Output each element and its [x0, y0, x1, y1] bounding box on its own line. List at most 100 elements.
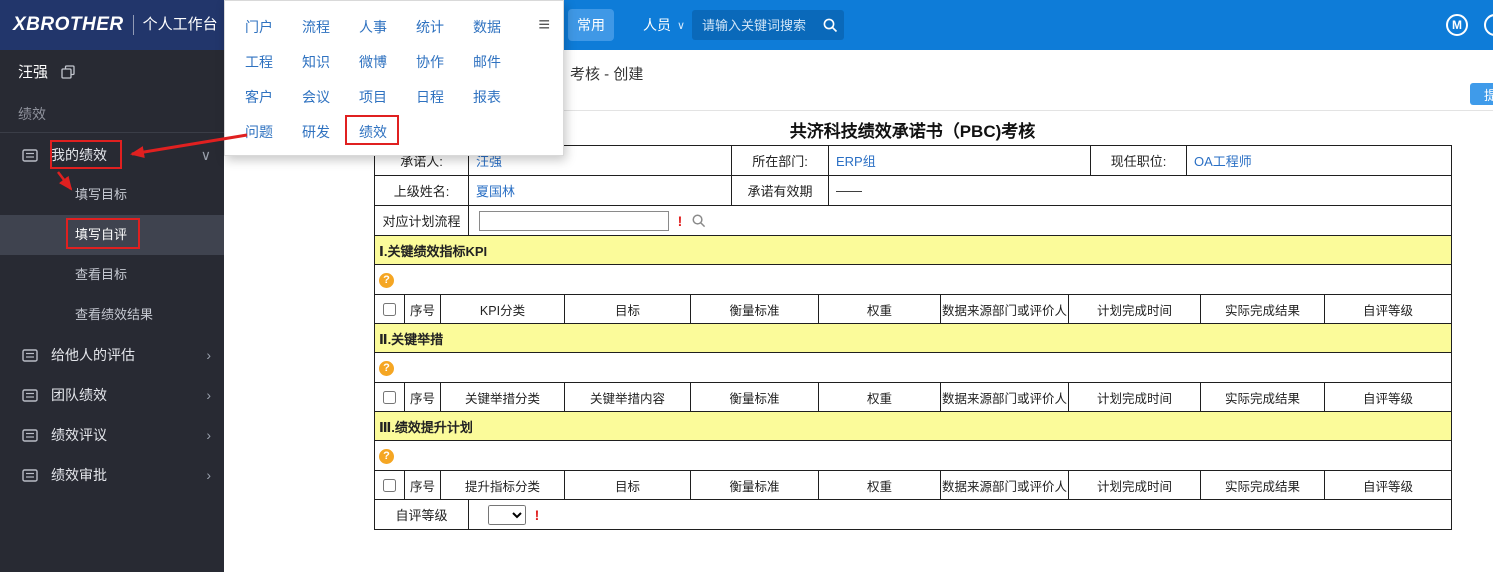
column-header: 权重	[818, 470, 941, 500]
self-rating-select[interactable]	[488, 504, 526, 525]
select-all-checkbox[interactable]	[383, 391, 396, 405]
sidebar-item-label: 绩效审批	[51, 467, 107, 483]
sidebar-section-label: 绩效	[18, 106, 46, 122]
column-header: 实际完成结果	[1200, 470, 1325, 500]
search-input[interactable]	[692, 17, 816, 33]
chevron-right-icon: ›	[206, 347, 211, 363]
menu-item-issue[interactable]: 问题	[245, 122, 302, 142]
global-search	[692, 10, 844, 40]
menu-item-mail[interactable]: 邮件	[473, 52, 530, 72]
menu-item-report[interactable]: 报表	[473, 87, 530, 107]
column-header: 计划完成时间	[1068, 382, 1201, 412]
field-value: ——	[828, 175, 1452, 206]
column-header: 序号	[404, 382, 441, 412]
sidebar-item-performance-review[interactable]: 绩效评议 ›	[0, 415, 224, 455]
menu-item-customer[interactable]: 客户	[245, 87, 302, 107]
measures-section-table: Ⅱ.关键举措 ? 序号 关键举措分类 关键举措内容 衡量标准 权重 数据来源部门…	[373, 323, 1453, 412]
menu-item-performance[interactable]: 绩效	[359, 122, 416, 142]
sidebar-item-performance-approval[interactable]: 绩效审批 ›	[0, 455, 224, 495]
column-header: 关键举措分类	[440, 382, 565, 412]
hamburger-icon[interactable]: ≡	[538, 15, 550, 35]
menu-item-collaboration[interactable]: 协作	[416, 52, 473, 72]
select-all-checkbox[interactable]	[383, 479, 396, 493]
m-badge-icon[interactable]: M	[1446, 14, 1468, 36]
field-label: 上级姓名:	[374, 175, 469, 206]
chevron-right-icon: ›	[206, 467, 211, 483]
menu-item-rnd[interactable]: 研发	[302, 122, 359, 142]
column-header: 自评等级	[1324, 470, 1452, 500]
menu-item-data[interactable]: 数据	[473, 17, 530, 37]
plan-flow-input[interactable]	[479, 210, 669, 231]
user-row: 汪强	[18, 61, 75, 82]
column-header: 实际完成结果	[1200, 382, 1325, 412]
menu-item-engineering[interactable]: 工程	[245, 52, 302, 72]
sidebar: 汪强 绩效 我的绩效 ∨ 填写目标 填写自评 查看目标 查看绩效结果 给他人的评…	[0, 50, 224, 572]
form-list-icon	[22, 428, 38, 442]
sidebar-item-label: 团队绩效	[51, 387, 107, 403]
column-header: 序号	[404, 294, 441, 324]
self-rating-table: 自评等级 !	[374, 499, 1452, 530]
sidebar-subitem-self-evaluation[interactable]: 填写自评	[0, 215, 224, 255]
menu-item-weibo[interactable]: 微博	[359, 52, 416, 72]
lookup-search-icon[interactable]	[691, 213, 706, 228]
section-title: Ⅰ.关键绩效指标KPI	[374, 235, 1452, 265]
sidebar-subitem-view-results[interactable]: 查看绩效结果	[0, 295, 224, 335]
menu-item-meeting[interactable]: 会议	[302, 87, 359, 107]
menu-item-statistics[interactable]: 统计	[416, 17, 473, 37]
submit-button[interactable]: 提交	[1470, 83, 1493, 105]
menu-item-portal[interactable]: 门户	[245, 17, 302, 37]
chevron-down-icon: ∨	[677, 19, 686, 32]
menu-item-schedule[interactable]: 日程	[416, 87, 473, 107]
menu-item-hr[interactable]: 人事	[359, 17, 416, 37]
sidebar-item-team-performance[interactable]: 团队绩效 ›	[0, 375, 224, 415]
form-list-icon	[22, 148, 38, 162]
people-dropdown-label: 人员	[643, 17, 671, 33]
menu-item-project[interactable]: 项目	[359, 87, 416, 107]
field-value: 夏国林	[468, 175, 732, 206]
chevron-right-icon: ›	[206, 387, 211, 403]
improvement-section-table: Ⅲ.绩效提升计划 ? 序号 提升指标分类 目标 衡量标准 权重 数据来源部门或评…	[374, 411, 1452, 500]
help-icon[interactable]: ?	[379, 360, 394, 376]
column-header: 数据来源部门或评价人	[940, 470, 1069, 500]
section-title: Ⅲ.绩效提升计划	[374, 411, 1452, 441]
menu-item-knowledge[interactable]: 知识	[302, 52, 359, 72]
kpi-section-table: Ⅰ.关键绩效指标KPI ? 序号 KPI分类 目标 衡量标准 权重 数据来源部门…	[374, 235, 1452, 324]
sidebar-item-evaluate-others[interactable]: 给他人的评估 ›	[0, 335, 224, 375]
column-header: 序号	[404, 470, 441, 500]
column-header: 计划完成时间	[1068, 470, 1201, 500]
column-header: 衡量标准	[690, 382, 819, 412]
help-icon[interactable]: ?	[379, 272, 394, 288]
favorites-button[interactable]: 常用	[568, 9, 614, 41]
sidebar-item-label: 给他人的评估	[51, 347, 135, 363]
sidebar-subitem-view-goals[interactable]: 查看目标	[0, 255, 224, 295]
menu-item-workflow[interactable]: 流程	[302, 17, 359, 37]
org-switch-icon[interactable]	[61, 64, 75, 79]
field-label: 对应计划流程	[374, 205, 469, 236]
form-list-icon	[22, 388, 38, 402]
page-title: 考核 - 创建	[570, 66, 644, 83]
field-value: OA工程师	[1186, 145, 1452, 176]
info-table: 承诺人: 汪强 所在部门: ERP组 现任职位: OA工程师 上级姓名: 夏国林…	[374, 145, 1452, 236]
chevron-right-icon: ›	[206, 427, 211, 443]
column-header: 关键举措内容	[564, 382, 691, 412]
form-list-icon	[22, 468, 38, 482]
column-header: 计划完成时间	[1068, 294, 1201, 324]
search-icon[interactable]	[816, 10, 844, 40]
sidebar-nav: 我的绩效 ∨ 填写目标 填写自评 查看目标 查看绩效结果 给他人的评估 › 团队…	[0, 135, 224, 495]
sidebar-item-my-performance[interactable]: 我的绩效 ∨	[0, 135, 224, 175]
column-header: 提升指标分类	[440, 470, 565, 500]
workspace-label: 个人工作台	[132, 15, 218, 35]
help-icon[interactable]: ?	[379, 448, 394, 464]
required-mark: !	[677, 212, 683, 229]
field-label: 自评等级	[374, 499, 469, 530]
apps-mega-menu: ≡ 门户 流程 人事 统计 数据 工程 知识 微博 协作 邮件 客户 会议 项目…	[224, 0, 564, 156]
column-header: 自评等级	[1324, 294, 1452, 324]
select-all-checkbox[interactable]	[383, 303, 396, 317]
required-mark: !	[534, 506, 540, 523]
column-header: 目标	[564, 294, 691, 324]
avatar-partial-icon[interactable]	[1484, 14, 1493, 36]
sidebar-subitem-fill-goals[interactable]: 填写目标	[0, 175, 224, 215]
people-dropdown[interactable]: 人员 ∨	[643, 15, 685, 35]
column-header: KPI分类	[440, 294, 565, 324]
sidebar-item-label: 绩效评议	[51, 427, 107, 443]
